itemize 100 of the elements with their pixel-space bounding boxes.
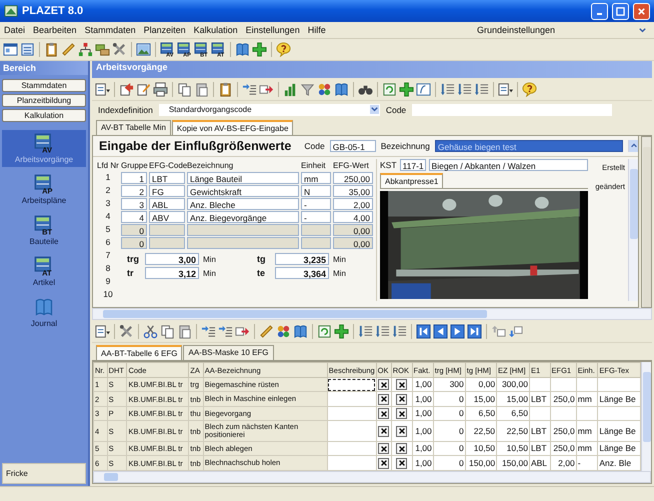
move-down-icon[interactable] (508, 324, 523, 338)
indent-icon[interactable] (218, 324, 233, 338)
bar-chart-icon[interactable] (283, 82, 298, 96)
copy-icon[interactable] (177, 82, 192, 96)
scrollbar[interactable] (93, 471, 651, 483)
scissors-icon[interactable] (143, 324, 158, 338)
tab[interactable]: AA-BT-Tabelle 6 EFG (96, 345, 182, 360)
previous-record-icon[interactable] (433, 324, 448, 338)
checkbox[interactable] (378, 394, 390, 405)
plus-icon[interactable] (334, 324, 349, 338)
code-field[interactable]: ABV (149, 210, 185, 222)
checkbox[interactable] (378, 426, 390, 437)
group-field[interactable]: 3 (121, 198, 147, 210)
last-record-icon[interactable] (467, 324, 482, 338)
unit-field[interactable] (301, 236, 331, 248)
indent-icon[interactable] (201, 324, 216, 338)
section-button[interactable]: Stammdaten (2, 79, 86, 92)
checkbox[interactable] (396, 394, 408, 405)
menu-item[interactable]: Hilfe (308, 25, 326, 35)
code-input[interactable] (412, 104, 612, 116)
value-field[interactable]: 35,00 (333, 184, 373, 196)
list-icon[interactable] (20, 42, 35, 57)
refresh-icon[interactable] (317, 324, 332, 338)
name-field[interactable] (187, 224, 299, 236)
indent-icon[interactable] (242, 82, 257, 96)
sort-icon[interactable] (375, 324, 390, 338)
table-cell[interactable] (327, 406, 376, 421)
hierarchy-icon[interactable] (78, 42, 93, 57)
nav-item[interactable]: Journal (2, 294, 86, 331)
menu-item[interactable]: Stammdaten (84, 25, 136, 35)
function-icon[interactable] (416, 82, 431, 96)
checkbox[interactable] (378, 443, 390, 454)
book-icon[interactable] (293, 324, 308, 338)
tab[interactable]: Kopie von AV-BS-EFG-Eingabe (172, 120, 294, 135)
value-field[interactable]: 250,00 (333, 172, 373, 184)
time-field[interactable]: 3,12 (145, 267, 199, 279)
unit-field[interactable] (301, 224, 331, 236)
name-field[interactable]: Länge Bauteil (187, 172, 299, 184)
move-up-icon[interactable] (491, 324, 506, 338)
tab[interactable]: AV-BT Tabelle Min (96, 120, 171, 135)
code-field[interactable]: ABL (149, 198, 185, 210)
tab[interactable]: AA-BS-Maske 10 EFG (183, 345, 274, 360)
transfer-icon[interactable] (95, 42, 110, 57)
time-field[interactable]: 3,235 (275, 253, 329, 265)
printer-icon[interactable] (153, 82, 168, 96)
scrollbar[interactable] (641, 362, 651, 471)
section-button[interactable]: Kalkulation (2, 109, 86, 122)
scrollbar[interactable] (628, 159, 638, 301)
next-record-icon[interactable] (450, 324, 465, 338)
close-button[interactable] (633, 2, 650, 20)
checkbox[interactable] (396, 408, 408, 420)
book-icon[interactable] (334, 82, 349, 96)
index-dropdown[interactable]: Standardvorgangscode (158, 104, 380, 116)
nav-item[interactable]: BT Bauteile (2, 212, 86, 249)
ruler-icon[interactable] (259, 324, 274, 338)
name-field[interactable]: Anz. Biegevorgänge (187, 210, 299, 222)
help-icon[interactable] (276, 42, 291, 57)
image-tab[interactable]: Abkantpresse1 (380, 173, 444, 188)
export-icon[interactable] (119, 82, 134, 96)
code-field[interactable] (149, 224, 185, 236)
tools-icon[interactable] (112, 42, 127, 57)
ruler-icon[interactable] (61, 42, 76, 57)
paste-icon[interactable] (177, 324, 192, 338)
checkbox[interactable] (378, 458, 390, 469)
sort-icon[interactable] (358, 324, 373, 338)
checkbox[interactable] (396, 443, 408, 454)
funnel-icon[interactable] (300, 82, 315, 96)
code-field[interactable]: FG (149, 184, 185, 196)
document-menu-icon[interactable] (95, 82, 110, 96)
first-record-icon[interactable] (416, 324, 431, 338)
menu-item[interactable]: Kalkulation (194, 25, 238, 35)
group-field[interactable]: 4 (121, 210, 147, 222)
menu-item[interactable]: Einstellungen (246, 25, 300, 35)
checkbox[interactable] (378, 408, 390, 420)
value-field[interactable]: 4,00 (333, 210, 373, 222)
scrollbar[interactable] (92, 308, 652, 320)
section-button[interactable]: Planzeitbildung (2, 94, 86, 107)
table-cell[interactable] (327, 420, 376, 442)
paste-icon[interactable] (194, 82, 209, 96)
time-field[interactable]: 3,364 (275, 267, 329, 279)
document-menu-icon[interactable] (95, 324, 110, 338)
minimize-button[interactable] (591, 2, 608, 20)
table-cell[interactable] (327, 378, 376, 392)
checkbox[interactable] (396, 379, 408, 390)
scrollbar[interactable] (628, 140, 638, 152)
checkbox[interactable] (396, 426, 408, 437)
document-menu-icon[interactable] (498, 82, 513, 96)
name-field[interactable]: Anz. Bleche (187, 198, 299, 210)
sort-icon[interactable] (440, 82, 455, 96)
plus-icon[interactable] (399, 82, 414, 96)
plus-icon[interactable] (252, 42, 267, 57)
time-field[interactable]: 3,00 (145, 253, 199, 265)
value-field[interactable]: 2,00 (333, 198, 373, 210)
sort-icon[interactable] (392, 324, 407, 338)
tools-icon[interactable] (119, 324, 134, 338)
name-field[interactable]: Gewichtskraft (187, 184, 299, 196)
checkbox[interactable] (378, 379, 390, 390)
window-icon[interactable] (3, 42, 18, 57)
code-field[interactable]: GB-05-1 (330, 140, 376, 152)
maximize-button[interactable] (612, 2, 629, 20)
